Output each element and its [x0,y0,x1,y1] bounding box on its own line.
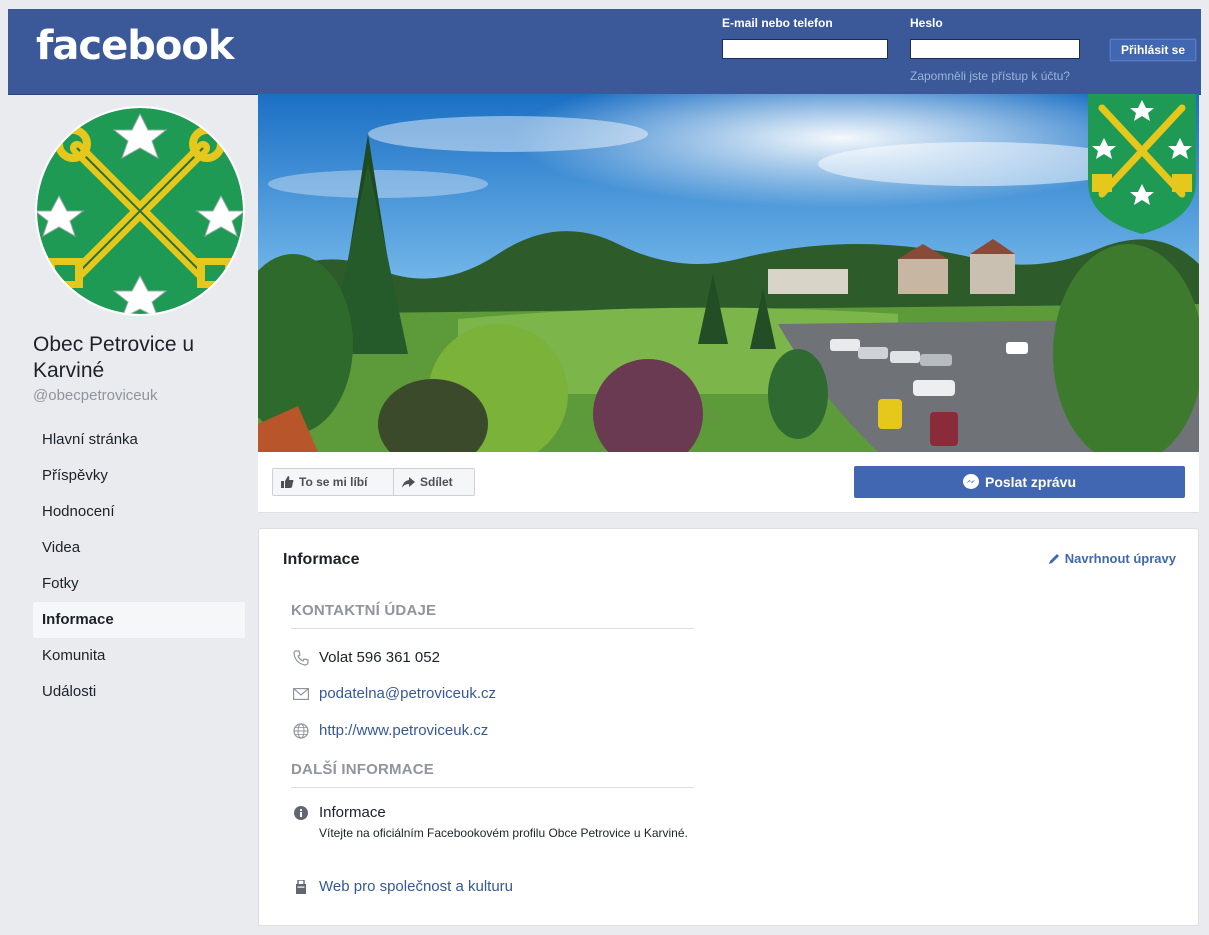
category-link[interactable]: Web pro společnost a kulturu [319,878,513,895]
website-link[interactable]: http://www.petroviceuk.cz [319,722,488,739]
send-message-button[interactable]: Poslat zprávu [854,466,1185,498]
phone-row[interactable]: Volat 596 361 052 [291,649,440,667]
about-title: Informace [283,551,360,568]
messenger-icon [962,474,979,490]
page-name[interactable]: Obec Petrovice u Karviné [33,332,248,384]
forgot-password-link[interactable]: Zapomněli jste přístup k účtu? [910,69,1070,83]
left-navigation: Hlavní stránka Příspěvky Hodnocení Videa… [33,422,245,710]
like-button[interactable]: To se mi líbí [272,468,394,496]
website-row[interactable]: http://www.petroviceuk.cz [291,722,488,740]
about-row: Informace Vítejte na oficiálním Facebook… [291,804,709,841]
nav-item-about[interactable]: Informace [33,602,245,638]
nav-item-videos[interactable]: Videa [33,530,245,566]
email-row[interactable]: podatelna@petroviceuk.cz [291,685,496,703]
about-card: Informace Navrhnout úpravy KONTAKTNÍ ÚDA… [258,528,1199,926]
email-field[interactable] [722,39,888,59]
login-button[interactable]: Přihlásit se [1109,38,1197,62]
crest-overlay [1088,94,1196,234]
nav-item-community[interactable]: Komunita [33,638,245,674]
thumbs-up-icon [281,476,294,488]
page-avatar[interactable] [37,108,243,314]
nav-item-events[interactable]: Události [33,674,245,710]
about-label: Informace [319,804,386,821]
phone-text: Volat 596 361 052 [319,649,440,666]
cover-image [258,94,1199,452]
facebook-logo[interactable]: facebook [36,23,234,69]
suggest-edits-link[interactable]: Navrhnout úpravy [1048,551,1176,566]
suggest-edits-label: Navrhnout úpravy [1064,551,1176,566]
top-bar: facebook E-mail nebo telefon Heslo Zapom… [8,9,1201,95]
pencil-icon [1048,553,1060,564]
page-action-bar: To se mi líbí Sdílet Poslat zprávu [258,452,1199,513]
email-label: E-mail nebo telefon [722,16,833,30]
more-info-heading: DALŠÍ INFORMACE [291,761,694,788]
coat-of-arms-icon [37,108,243,314]
nav-item-photos[interactable]: Fotky [33,566,245,602]
like-label: To se mi líbí [299,475,368,489]
info-icon [291,804,311,822]
category-icon [291,878,311,896]
share-label: Sdílet [420,475,453,489]
password-label: Heslo [910,16,943,30]
share-arrow-icon [402,476,415,488]
nav-item-reviews[interactable]: Hodnocení [33,494,245,530]
send-message-label: Poslat zprávu [984,474,1077,490]
share-button[interactable]: Sdílet [393,468,475,496]
envelope-icon [291,685,311,703]
phone-icon [291,649,311,667]
shield-icon [1088,94,1196,234]
page-handle[interactable]: @obecpetroviceuk [33,387,157,404]
globe-icon [291,722,311,740]
nav-item-posts[interactable]: Příspěvky [33,458,245,494]
nav-item-home[interactable]: Hlavní stránka [33,422,245,458]
category-row[interactable]: Web pro společnost a kulturu [291,878,513,896]
password-field[interactable] [910,39,1080,59]
about-description: Vítejte na oficiálním Facebookovém profi… [319,826,688,840]
cover-photo[interactable] [258,94,1199,452]
contact-heading: KONTAKTNÍ ÚDAJE [291,602,694,629]
email-link[interactable]: podatelna@petroviceuk.cz [319,685,496,702]
